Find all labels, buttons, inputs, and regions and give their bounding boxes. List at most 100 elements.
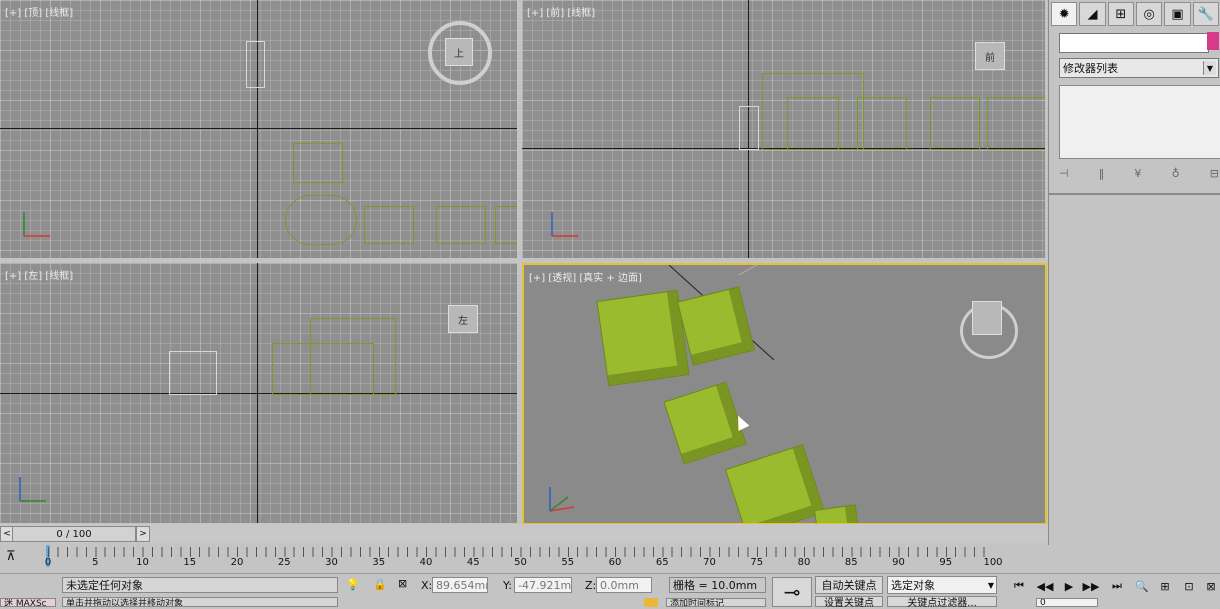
play-icon[interactable]: ▶ — [1060, 578, 1078, 594]
selection-info: 未选定任何对象 — [62, 577, 338, 593]
ruler-tick-label: 60 — [608, 557, 622, 568]
viewport-left-label[interactable]: [+] [左] [线框] — [5, 267, 73, 282]
next-frame-arrow[interactable]: > — [136, 526, 150, 542]
modifier-list-dropdown[interactable]: 修改器列表 ▼ — [1059, 58, 1219, 78]
track-bar[interactable]: ⊼ 0 5 10 15 20 25 30 35 40 45 50 55 60 65 70 75 80 85 90 95… — [0, 545, 1010, 572]
time-slider[interactable]: < 0 / 100 > — [0, 524, 1048, 543]
modifier-list-label: 修改器列表 — [1063, 62, 1118, 75]
show-end-result-icon[interactable]: ‖ — [1099, 167, 1105, 180]
ruler-tick-label: 15 — [183, 557, 197, 568]
ruler-tick-label: 35 — [372, 557, 386, 568]
axis-tripod-icon — [544, 481, 575, 512]
zoom-extents-all-icon[interactable]: ⊠ — [1202, 578, 1220, 594]
ruler-tick-label: 100 — [983, 557, 1003, 568]
ruler-tick-label: 70 — [703, 557, 716, 568]
ruler-tick-label: 85 — [844, 557, 858, 568]
ruler-tick-label: 90 — [892, 557, 905, 568]
frame-ruler-labels: 0 5 10 15 20 25 30 35 40 45 50 55 60 65 70 75 80 85 90 95 10… — [0, 557, 1010, 569]
object-name-field[interactable] — [1059, 33, 1209, 53]
grid-axis-horizontal — [0, 393, 517, 394]
zoom-icon[interactable]: 🔍 — [1133, 578, 1151, 594]
ruler-tick-label: 25 — [277, 557, 291, 568]
isolate-icon[interactable]: 💡 — [346, 578, 360, 591]
x-coordinate-field[interactable]: 89.654mm — [432, 577, 488, 593]
set-key-mode-button[interactable]: 设置关键点 — [815, 596, 883, 609]
viewcube-top[interactable]: 上 — [445, 38, 473, 66]
zoom-extents-icon[interactable]: ⊡ — [1180, 578, 1198, 594]
viewport-left[interactable]: [+] [左] [线框] 左 — [0, 263, 517, 523]
key-selection-dropdown[interactable]: 选定对象 ▼ — [887, 576, 997, 594]
set-key-icon[interactable]: ⊸ — [772, 577, 812, 607]
y-coordinate-field[interactable]: -47.921mm — [514, 577, 572, 593]
axis-tripod-icon — [546, 206, 578, 237]
viewport-top[interactable]: [+] [顶] [线框] 上 — [0, 0, 517, 258]
ruler-tick-label: 95 — [939, 557, 953, 568]
auto-key-button[interactable]: 自动关键点 — [815, 576, 883, 594]
go-to-end-icon[interactable]: ⏭ — [1108, 578, 1126, 594]
wireframe-box[interactable] — [987, 97, 1045, 150]
ruler-tick-label: 45 — [466, 557, 480, 568]
wireframe-box[interactable] — [787, 97, 839, 150]
grid-axis-vertical — [257, 0, 258, 258]
grid-size-display: 栅格 = 10.0mm — [669, 577, 766, 593]
motion-tab-icon[interactable]: ◎ — [1135, 2, 1163, 26]
wireframe-box[interactable] — [857, 97, 907, 150]
hierarchy-tab-icon[interactable]: ⊞ — [1107, 2, 1134, 26]
ruler-tick-label: 80 — [797, 557, 811, 568]
go-to-start-icon[interactable]: ⏮ — [1010, 578, 1028, 594]
viewcube-perspective[interactable] — [972, 301, 1002, 335]
zoom-all-icon[interactable]: ⊞ — [1156, 578, 1174, 594]
grid-axis-horizontal — [0, 128, 517, 129]
viewcube-left[interactable]: 左 — [448, 305, 478, 333]
wireframe-box[interactable] — [364, 206, 414, 244]
wireframe-box[interactable] — [310, 318, 396, 395]
z-coordinate-field[interactable]: 0.0mm — [596, 577, 652, 593]
key-selection-value: 选定对象 — [891, 579, 935, 592]
transform-mode-icon[interactable]: ⊠ — [398, 577, 407, 590]
wireframe-ellipse[interactable] — [285, 195, 357, 245]
next-frame-icon[interactable]: ▶▶ — [1082, 578, 1100, 594]
chevron-down-icon[interactable]: ▼ — [1203, 61, 1216, 75]
remove-modifier-icon[interactable]: ♁ — [1172, 167, 1180, 180]
modifier-stack[interactable] — [1059, 85, 1220, 159]
axis-tripod-icon — [14, 471, 46, 502]
viewport-front-label[interactable]: [+] [前] [线框] — [527, 4, 595, 19]
time-slider-thumb[interactable]: 0 / 100 — [12, 526, 136, 542]
command-panel: ✹ ◢ ⊞ ◎ ▣ 🔧 修改器列表 ▼ ⊣ ‖ ¥ ♁ ⊟ — [1048, 0, 1220, 545]
utilities-tab-icon[interactable]: 🔧 — [1192, 2, 1219, 26]
ruler-tick-label: 10 — [136, 557, 149, 568]
configure-sets-icon[interactable]: ⊟ — [1210, 167, 1219, 180]
command-panel-tabs: ✹ ◢ ⊞ ◎ ▣ 🔧 — [1049, 0, 1220, 28]
create-tab-icon[interactable]: ✹ — [1051, 2, 1078, 26]
axis-tripod-icon — [18, 206, 50, 237]
viewport-front[interactable]: [+] [前] [线框] 前 — [522, 0, 1045, 258]
ruler-tick-label: 65 — [655, 557, 669, 568]
camera-object[interactable] — [246, 41, 265, 88]
object-color-swatch[interactable] — [1207, 32, 1219, 50]
viewcube-front[interactable]: 前 — [975, 42, 1005, 70]
chevron-down-icon[interactable]: ▼ — [988, 581, 994, 590]
camera-object[interactable] — [169, 351, 217, 395]
wireframe-box[interactable] — [436, 206, 486, 244]
make-unique-icon[interactable]: ¥ — [1134, 167, 1141, 180]
key-filters-button[interactable]: 关键点过滤器... — [887, 596, 997, 609]
wireframe-box[interactable] — [930, 97, 980, 150]
ruler-tick-label: 5 — [92, 557, 99, 568]
modify-tab-icon[interactable]: ◢ — [1079, 2, 1106, 26]
green-box[interactable] — [596, 289, 690, 387]
viewport-perspective[interactable]: [+] [透视] [真实 + 边面] — [522, 263, 1047, 525]
y-label: Y: — [503, 579, 512, 592]
viewport-top-label[interactable]: [+] [顶] [线框] — [5, 4, 73, 19]
wireframe-box[interactable] — [293, 143, 343, 183]
ruler-tick-label: 0 — [44, 557, 52, 568]
ruler-tick-label: 20 — [230, 557, 244, 568]
previous-frame-icon[interactable]: ◀◀ — [1036, 578, 1054, 594]
wireframe-box[interactable] — [495, 206, 517, 244]
ruler-tick-label: 30 — [325, 557, 338, 568]
display-tab-icon[interactable]: ▣ — [1164, 2, 1191, 26]
ruler-tick-label: 50 — [514, 557, 527, 568]
pin-stack-icon[interactable]: ⊣ — [1059, 167, 1069, 180]
lock-selection-icon[interactable]: 🔒 — [373, 578, 387, 591]
frame-ruler[interactable] — [48, 547, 993, 557]
camera-object[interactable] — [739, 106, 759, 150]
